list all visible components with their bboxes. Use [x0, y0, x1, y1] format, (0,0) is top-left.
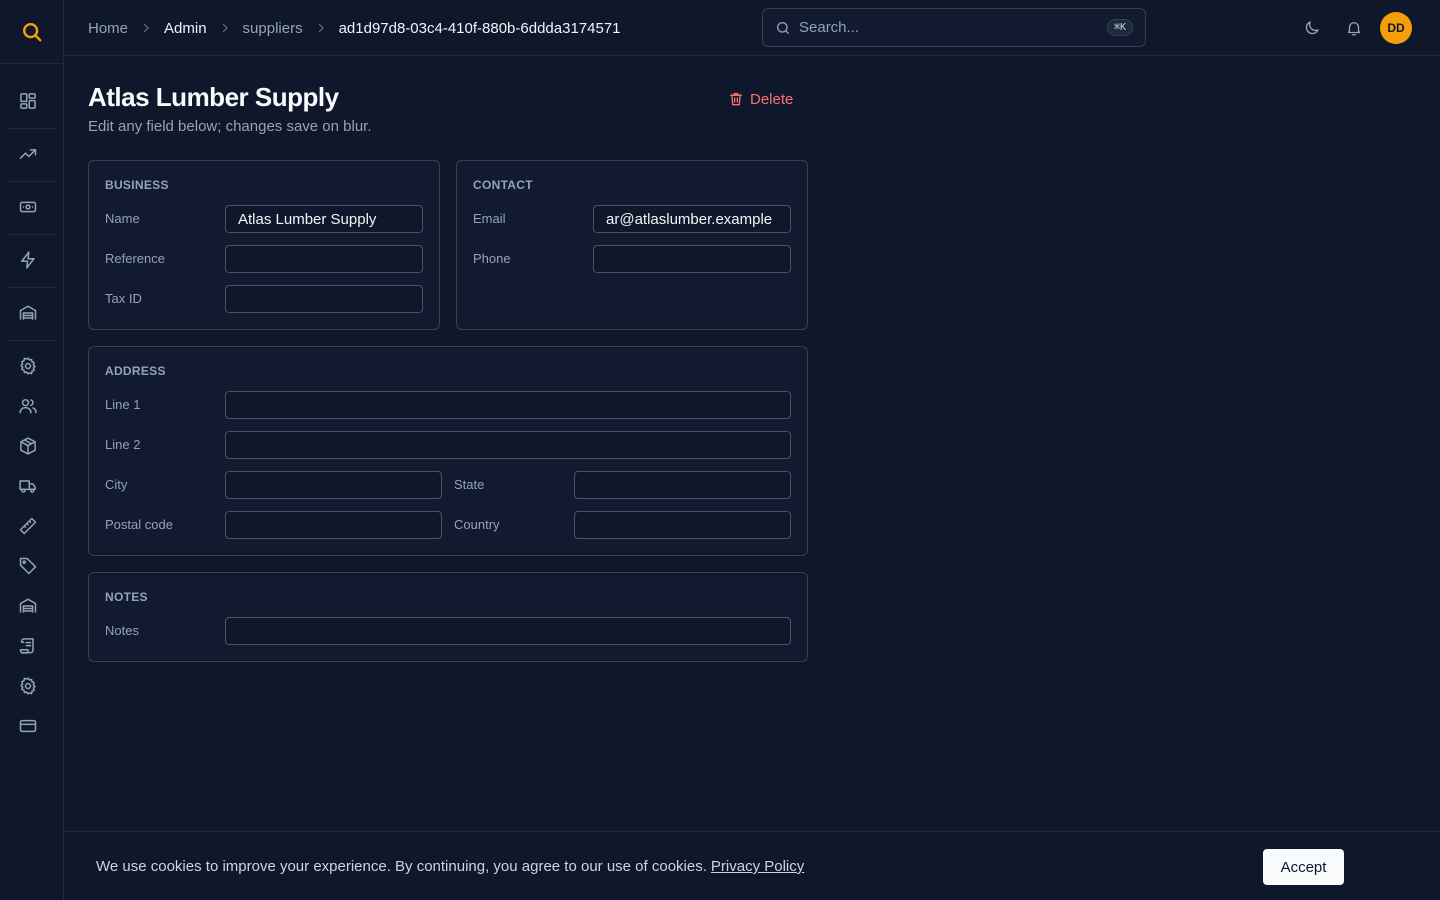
- postal-label: Postal code: [105, 517, 173, 532]
- search-bar[interactable]: ⌘K: [762, 8, 1146, 47]
- sidebar-item-finance[interactable]: [8, 187, 48, 227]
- taxid-field[interactable]: [225, 285, 423, 313]
- notifications-button[interactable]: [1342, 16, 1366, 40]
- sidebar-divider: [8, 181, 56, 182]
- sidebar-item-dashboard[interactable]: [8, 81, 48, 121]
- contact-card: CONTACT Email Phone: [456, 160, 808, 330]
- sidebar-item-billing[interactable]: [8, 706, 48, 746]
- grid-icon: [20, 93, 36, 109]
- topbar: Home Admin suppliers ad1d97d8-03c4-410f-…: [64, 0, 1440, 56]
- chevron-right-icon: [315, 22, 327, 34]
- users-icon: [19, 399, 37, 414]
- breadcrumb-current: ad1d97d8-03c4-410f-880b-6ddda3174571: [338, 19, 621, 37]
- gear-icon: [20, 357, 36, 375]
- sidebar-divider: [8, 287, 56, 288]
- privacy-policy-link[interactable]: Privacy Policy: [711, 858, 804, 875]
- address-title: ADDRESS: [105, 364, 166, 378]
- notes-title: NOTES: [105, 590, 148, 604]
- sidebar: [0, 0, 64, 900]
- notes-field[interactable]: [225, 617, 791, 645]
- state-label: State: [454, 477, 485, 492]
- sidebar-item-products[interactable]: [8, 426, 48, 466]
- sidebar-item-settings[interactable]: [8, 346, 48, 386]
- sidebar-item-warehouse[interactable]: [8, 293, 48, 333]
- search-logo-icon: [22, 22, 41, 41]
- sidebar-item-automation[interactable]: [8, 240, 48, 280]
- line1-field[interactable]: [225, 391, 791, 419]
- breadcrumb-home[interactable]: Home: [88, 20, 128, 37]
- phone-label: Phone: [473, 251, 511, 266]
- reference-label: Reference: [105, 251, 165, 266]
- breadcrumb-admin[interactable]: Admin: [164, 20, 207, 37]
- sidebar-item-analytics[interactable]: [8, 134, 48, 174]
- accept-button[interactable]: Accept: [1263, 849, 1344, 885]
- delete-button[interactable]: Delete: [728, 86, 793, 112]
- sidebar-divider: [8, 234, 56, 235]
- line2-label: Line 2: [105, 437, 141, 452]
- taxid-label: Tax ID: [105, 291, 142, 306]
- reference-field[interactable]: [225, 245, 423, 273]
- chevron-right-icon: [140, 22, 152, 34]
- contact-title: CONTACT: [473, 178, 533, 192]
- moon-icon: [1305, 21, 1319, 35]
- business-card: BUSINESS Name Reference Tax ID: [88, 160, 440, 330]
- search-shortcut: ⌘K: [1106, 19, 1133, 36]
- notes-card: NOTES Notes: [88, 572, 808, 662]
- warehouse-icon: [19, 305, 37, 320]
- sidebar-item-tags[interactable]: [8, 546, 48, 586]
- notes-label: Notes: [105, 623, 139, 638]
- country-label: Country: [454, 517, 500, 532]
- truck-icon: [19, 480, 36, 493]
- cookie-text: We use cookies to improve your experienc…: [96, 858, 804, 875]
- ruler-icon: [19, 517, 37, 535]
- sidebar-item-measure[interactable]: [8, 506, 48, 546]
- tag-icon: [19, 557, 37, 575]
- warehouse-icon: [19, 598, 37, 613]
- bell-icon: [1347, 22, 1361, 36]
- sidebar-item-logs[interactable]: [8, 626, 48, 666]
- theme-toggle-button[interactable]: [1300, 16, 1324, 40]
- logo[interactable]: [0, 0, 63, 64]
- page-subtitle: Edit any field below; changes save on bl…: [88, 118, 372, 135]
- phone-field[interactable]: [593, 245, 791, 273]
- gear-icon: [20, 677, 36, 695]
- lightning-icon: [21, 251, 35, 269]
- city-field[interactable]: [225, 471, 442, 499]
- sidebar-item-admin-settings[interactable]: [8, 666, 48, 706]
- sidebar-divider: [8, 128, 56, 129]
- business-title: BUSINESS: [105, 178, 169, 192]
- line1-label: Line 1: [105, 397, 141, 412]
- chevron-right-icon: [219, 22, 231, 34]
- trending-up-icon: [19, 149, 37, 159]
- page-title: Atlas Lumber Supply: [88, 82, 339, 112]
- country-field[interactable]: [574, 511, 791, 539]
- search-input[interactable]: [799, 19, 1107, 36]
- package-icon: [20, 437, 36, 455]
- sidebar-divider: [8, 340, 56, 341]
- search-icon: [777, 21, 789, 34]
- name-field[interactable]: [225, 205, 423, 233]
- delete-label: Delete: [750, 90, 794, 108]
- email-label: Email: [473, 211, 506, 226]
- email-field[interactable]: [593, 205, 791, 233]
- sidebar-item-warehouses[interactable]: [8, 586, 48, 626]
- address-card: ADDRESS Line 1 Line 2 City State Postal …: [88, 346, 808, 556]
- breadcrumb: Home Admin suppliers ad1d97d8-03c4-410f-…: [88, 0, 621, 56]
- name-label: Name: [105, 211, 140, 226]
- credit-card-icon: [19, 719, 37, 733]
- trash-icon: [730, 93, 742, 106]
- cookie-message: We use cookies to improve your experienc…: [96, 858, 707, 875]
- sidebar-item-shipping[interactable]: [8, 466, 48, 506]
- breadcrumb-suppliers[interactable]: suppliers: [243, 20, 303, 37]
- postal-field[interactable]: [225, 511, 442, 539]
- avatar[interactable]: DD: [1380, 12, 1412, 44]
- city-label: City: [105, 477, 128, 492]
- scroll-icon: [19, 638, 34, 654]
- banknote-icon: [19, 201, 37, 213]
- state-field[interactable]: [574, 471, 791, 499]
- cookie-banner: We use cookies to improve your experienc…: [64, 831, 1440, 900]
- sidebar-item-users[interactable]: [8, 386, 48, 426]
- line2-field[interactable]: [225, 431, 791, 459]
